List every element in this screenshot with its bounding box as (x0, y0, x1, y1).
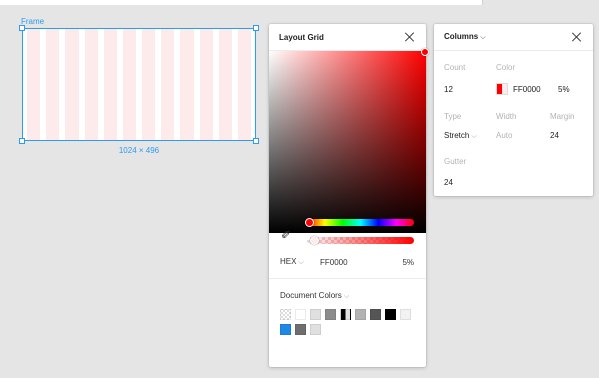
frame[interactable] (22, 28, 256, 141)
document-colors-swatches (280, 309, 420, 335)
resize-handle-bottom-right[interactable] (253, 138, 259, 144)
chevron-down-icon: ⌵ (471, 133, 477, 140)
color-swatch[interactable] (325, 309, 336, 320)
color-swatch[interactable] (295, 309, 306, 320)
color-swatch[interactable] (385, 309, 396, 320)
type-dropdown[interactable]: Stretch ⌵ (444, 131, 477, 141)
color-swatch[interactable] (340, 309, 351, 320)
hue-knob[interactable] (305, 218, 314, 227)
grid-column (218, 29, 232, 140)
saturation-value-area[interactable] (269, 48, 429, 233)
gutter-label: Gutter (444, 157, 467, 166)
margin-label: Margin (550, 112, 575, 121)
color-hex-input[interactable]: FF0000 (513, 85, 541, 94)
grid-column (27, 29, 41, 140)
chevron-down-icon: ⌵ (298, 259, 304, 266)
color-swatch[interactable] (310, 309, 321, 320)
grid-column (161, 29, 175, 140)
count-label: Count (444, 63, 466, 72)
layout-grid-columns (27, 29, 252, 140)
hex-row: HEX ⌵ FF0000 5% (280, 257, 414, 267)
width-label: Width (496, 112, 517, 121)
resize-handle-bottom-left[interactable] (19, 138, 25, 144)
color-swatch[interactable] (295, 324, 306, 335)
grid-column (199, 29, 213, 140)
color-swatch[interactable] (280, 309, 291, 320)
resize-handle-top-left[interactable] (19, 25, 25, 31)
chevron-down-icon: ⌵ (343, 293, 350, 300)
color-swatch[interactable] (280, 324, 291, 335)
columns-header: Columns ⌵ (434, 24, 593, 51)
frame-size-label: 1024 × 496 (118, 146, 160, 155)
canvas-top-bar (0, 0, 482, 5)
close-icon[interactable] (404, 31, 416, 43)
columns-type-dropdown[interactable]: Columns ⌵ (444, 32, 486, 42)
color-swatch[interactable] (400, 309, 411, 320)
document-colors-label: Document Colors (280, 291, 342, 300)
close-icon[interactable] (571, 31, 583, 43)
alpha-input[interactable]: 5% (394, 258, 414, 267)
color-swatch[interactable] (310, 324, 321, 335)
grid-column (122, 29, 137, 140)
divider (269, 278, 426, 279)
hue-slider[interactable] (305, 218, 414, 227)
count-input[interactable]: 12 (444, 85, 453, 94)
alpha-slider[interactable] (307, 236, 414, 245)
resize-handle-top-right[interactable] (253, 25, 259, 31)
type-label: Type (444, 112, 462, 121)
grid-column (46, 29, 60, 140)
picker-header: Layout Grid (269, 24, 426, 51)
sv-knob[interactable] (421, 48, 429, 56)
color-swatch[interactable] (355, 309, 366, 320)
layout-grid-color-picker: Layout Grid ✐ HEX ⌵ FF0000 5% Document Co… (269, 24, 429, 367)
gutter-input[interactable]: 24 (444, 178, 453, 187)
width-input[interactable]: Auto (496, 131, 512, 140)
grid-column (237, 29, 252, 140)
color-mode-dropdown[interactable]: HEX ⌵ (280, 257, 320, 267)
color-mode-label: HEX (280, 257, 297, 266)
color-alpha-input[interactable]: 5% (558, 85, 570, 94)
grid-column (65, 29, 79, 140)
color-label: Color (496, 63, 516, 72)
grid-column (142, 29, 156, 140)
hex-input[interactable]: FF0000 (320, 258, 394, 267)
chevron-down-icon: ⌵ (480, 34, 486, 41)
eyedropper-icon[interactable]: ✐ (281, 228, 291, 242)
type-value: Stretch (444, 131, 470, 140)
columns-title: Columns (444, 32, 479, 41)
alpha-knob[interactable] (310, 236, 319, 245)
grid-column (180, 29, 194, 140)
color-swatch[interactable] (496, 83, 508, 95)
picker-title: Layout Grid (279, 32, 324, 42)
grid-column (103, 29, 117, 140)
columns-settings-panel: Columns ⌵ Count Color 12 FF0000 5% Type W… (434, 24, 593, 196)
grid-column (84, 29, 98, 140)
canvas-edge (482, 0, 483, 5)
color-swatch[interactable] (370, 309, 381, 320)
document-colors-dropdown[interactable]: Document Colors ⌵ (280, 291, 349, 301)
margin-input[interactable]: 24 (550, 131, 559, 140)
